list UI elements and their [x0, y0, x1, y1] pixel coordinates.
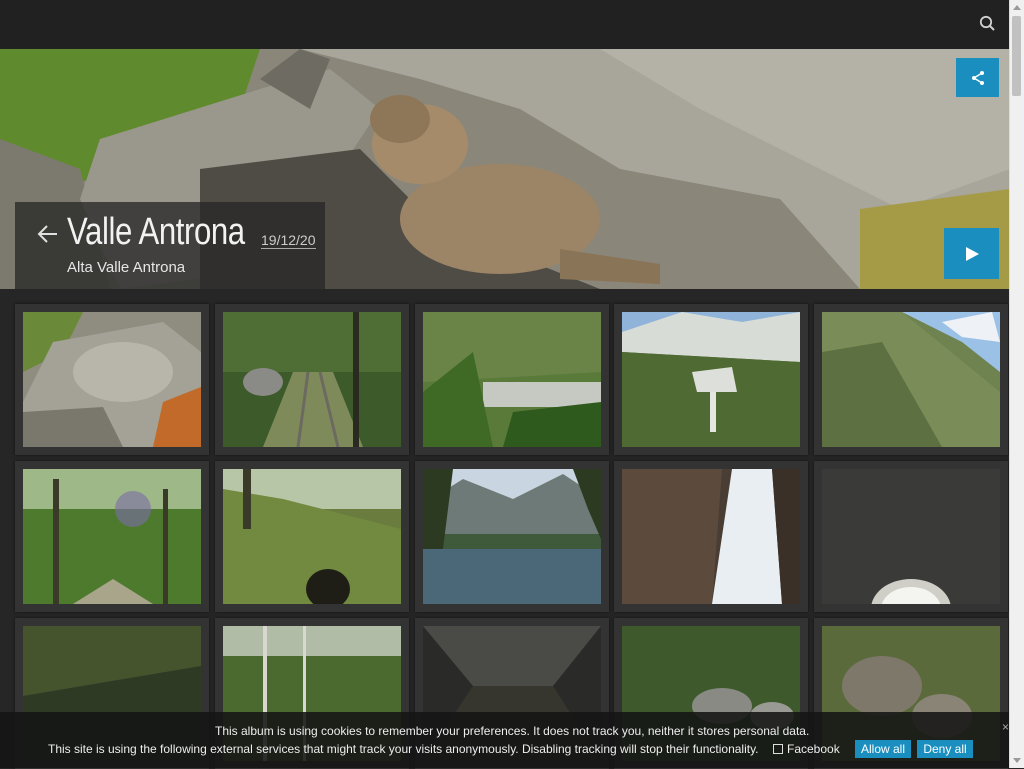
- thumbnail-card[interactable]: [415, 461, 609, 612]
- thumbnail-card[interactable]: [215, 461, 409, 612]
- thumbnail-image: [23, 312, 201, 447]
- slideshow-play-button[interactable]: [944, 228, 999, 279]
- thumbnail-card[interactable]: [814, 304, 1008, 455]
- thumbnail-card[interactable]: [215, 304, 409, 455]
- cookie-banner: This album is using cookies to remember …: [0, 712, 1010, 768]
- thumbnail-card[interactable]: [415, 304, 609, 455]
- album-date: 19/12/20: [261, 232, 316, 249]
- facebook-toggle[interactable]: Facebook: [773, 742, 840, 756]
- search-icon: [979, 15, 995, 31]
- thumbnail-card[interactable]: [15, 304, 209, 455]
- thumbnail-card[interactable]: [15, 461, 209, 612]
- cookie-tracking-message: This site is using the following externa…: [48, 742, 759, 756]
- scrollbar-thumb[interactable]: [1012, 16, 1021, 96]
- share-icon: [971, 70, 984, 85]
- cookie-message: This album is using cookies to remember …: [215, 724, 810, 738]
- thumbnail-image: [223, 312, 401, 447]
- thumbnail-image: [622, 312, 800, 447]
- thumbnail-image: [423, 469, 601, 604]
- checkbox-icon[interactable]: [773, 744, 783, 754]
- scrollbar[interactable]: [1009, 0, 1024, 768]
- thumbnail-card[interactable]: [814, 461, 1008, 612]
- thumbnail-card[interactable]: [614, 304, 808, 455]
- album-subtitle: Alta Valle Antrona: [67, 259, 186, 276]
- play-icon: [965, 246, 979, 261]
- album-title: Valle Antrona: [67, 211, 245, 253]
- scroll-up-icon[interactable]: [1013, 5, 1021, 10]
- share-button[interactable]: [956, 58, 999, 97]
- search-button[interactable]: [978, 14, 998, 34]
- thumbnail-image: [23, 469, 201, 604]
- thumbnail-card[interactable]: [614, 461, 808, 612]
- close-icon[interactable]: ×: [1002, 720, 1009, 734]
- thumbnail-image: [423, 312, 601, 447]
- thumbnail-image: [622, 469, 800, 604]
- thumbnail-image: [822, 312, 1000, 447]
- thumbnail-image: [822, 469, 1000, 604]
- arrow-left-icon: [37, 225, 57, 243]
- facebook-label: Facebook: [787, 742, 840, 756]
- allow-all-button[interactable]: Allow all: [855, 740, 911, 758]
- scroll-down-icon[interactable]: [1013, 758, 1021, 763]
- back-button[interactable]: [36, 222, 60, 246]
- thumbnail-image: [223, 469, 401, 604]
- deny-all-button[interactable]: Deny all: [917, 740, 973, 758]
- top-bar: [0, 0, 1010, 49]
